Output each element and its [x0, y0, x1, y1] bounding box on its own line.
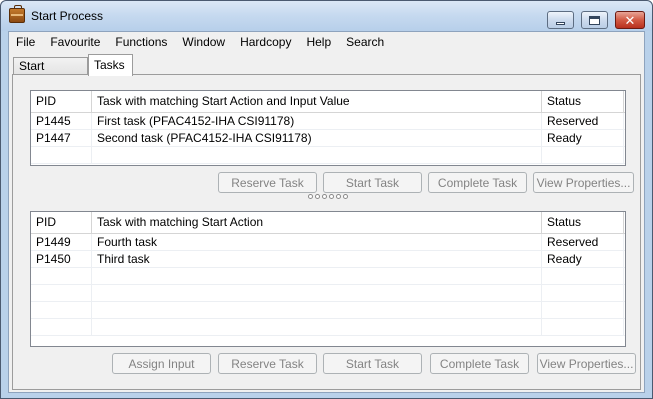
empty-cell [542, 268, 624, 284]
tab-start-process[interactable]: Start Process [13, 57, 88, 90]
task-cell: First task (PFAC4152-IHA CSI91178) [92, 113, 542, 129]
status-cell: Ready [542, 251, 624, 267]
empty-row [31, 147, 625, 164]
empty-cell [31, 302, 92, 318]
column-header-task[interactable]: Task with matching Start Action [92, 212, 542, 233]
tab-tasks[interactable]: Tasks [88, 54, 133, 76]
start-task-button[interactable]: Start Task [323, 353, 422, 374]
pid-cell: P1445 [31, 113, 92, 129]
pid-cell: P1450 [31, 251, 92, 267]
empty-cell [542, 147, 624, 163]
start-task-button[interactable]: Start Task [323, 172, 422, 193]
complete-task-button[interactable]: Complete Task [428, 172, 527, 193]
minimize-button[interactable] [547, 11, 574, 29]
close-icon: ✕ [624, 12, 636, 28]
empty-row [31, 319, 625, 336]
column-header-status[interactable]: Status [542, 91, 624, 112]
tab-strip: Start Process Tasks [9, 53, 644, 90]
empty-row [31, 268, 625, 285]
empty-cell [31, 285, 92, 301]
start-action-task-table: PID Task with matching Start Action Stat… [30, 211, 626, 347]
title-bar[interactable]: Start Process ✕ [1, 1, 652, 31]
window-title: Start Process [31, 9, 104, 23]
table-header: PID Task with matching Start Action Stat… [31, 212, 625, 234]
empty-cell [92, 147, 542, 163]
table-row[interactable]: P1445 First task (PFAC4152-IHA CSI91178)… [31, 113, 625, 130]
empty-cell [31, 319, 92, 335]
empty-row [31, 302, 625, 319]
menu-bar: File Favourite Functions Window Hardcopy… [9, 32, 644, 52]
splitter-grip-icon [308, 194, 348, 199]
empty-cell [542, 302, 624, 318]
empty-cell [92, 268, 542, 284]
table-header: PID Task with matching Start Action and … [31, 91, 625, 113]
view-properties-button[interactable]: View Properties... [533, 172, 634, 193]
client-area: File Favourite Functions Window Hardcopy… [8, 31, 645, 393]
pid-cell: P1447 [31, 130, 92, 146]
menu-functions[interactable]: Functions [108, 32, 175, 52]
empty-cell [31, 268, 92, 284]
close-button[interactable]: ✕ [615, 11, 645, 29]
task-cell: Third task [92, 251, 542, 267]
status-cell: Ready [542, 130, 624, 146]
empty-cell [92, 319, 542, 335]
column-header-status[interactable]: Status [542, 212, 624, 233]
menu-favourite[interactable]: Favourite [43, 32, 108, 52]
pane-splitter[interactable] [13, 193, 640, 202]
view-properties-button[interactable]: View Properties... [537, 353, 636, 374]
pid-cell: P1449 [31, 234, 92, 250]
minimize-icon [556, 22, 565, 25]
table-row[interactable]: P1449 Fourth task Reserved [31, 234, 625, 251]
column-header-task[interactable]: Task with matching Start Action and Inpu… [92, 91, 542, 112]
column-header-pid[interactable]: PID [31, 91, 92, 112]
menu-file[interactable]: File [9, 32, 43, 52]
menu-hardcopy[interactable]: Hardcopy [233, 32, 299, 52]
empty-row [31, 285, 625, 302]
empty-cell [92, 285, 542, 301]
reserve-task-button[interactable]: Reserve Task [218, 353, 317, 374]
start-action-input-task-table: PID Task with matching Start Action and … [30, 90, 626, 166]
menu-window[interactable]: Window [175, 32, 233, 52]
empty-cell [542, 319, 624, 335]
tasks-tab-panel: PID Task with matching Start Action and … [12, 74, 641, 390]
maximize-icon [589, 15, 600, 25]
task-cell: Fourth task [92, 234, 542, 250]
reserve-task-button[interactable]: Reserve Task [218, 172, 317, 193]
empty-cell [31, 147, 92, 163]
briefcase-icon [9, 5, 25, 23]
empty-cell [92, 302, 542, 318]
table-row[interactable]: P1447 Second task (PFAC4152-IHA CSI91178… [31, 130, 625, 147]
menu-help[interactable]: Help [299, 32, 339, 52]
status-cell: Reserved [542, 234, 624, 250]
column-header-pid[interactable]: PID [31, 212, 92, 233]
task-cell: Second task (PFAC4152-IHA CSI91178) [92, 130, 542, 146]
table-row[interactable]: P1450 Third task Ready [31, 251, 625, 268]
status-cell: Reserved [542, 113, 624, 129]
complete-task-button[interactable]: Complete Task [430, 353, 529, 374]
menu-search[interactable]: Search [339, 32, 392, 52]
empty-cell [542, 285, 624, 301]
start-process-window: Start Process ✕ File Favourite Functions… [0, 0, 653, 399]
maximize-button[interactable] [581, 11, 608, 29]
assign-input-button[interactable]: Assign Input [112, 353, 211, 374]
